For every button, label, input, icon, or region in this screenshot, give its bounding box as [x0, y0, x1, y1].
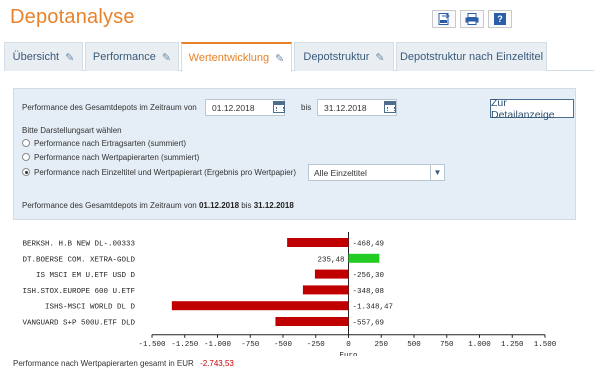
from-date-value: 01.12.2018	[212, 102, 255, 113]
data-label: -348,08	[353, 288, 385, 296]
summary-prefix: Performance des Gesamtdepots im Zeitraum…	[22, 201, 197, 210]
x-tick-label: -500	[274, 341, 293, 349]
performance-chart: BERKSH. H.B NEW DL-.00333 -468,49 DT.BOERS…	[22, 232, 557, 356]
total-performance: Performance nach Wertpapierarten gesamt …	[13, 359, 234, 368]
tab-depotstruktur-einzeltitel[interactable]: Depotstruktur nach Einzeltitel	[396, 42, 547, 71]
data-label: -1.348,47	[353, 304, 394, 312]
radio-wertpapierarten[interactable]	[22, 153, 30, 161]
bar	[302, 285, 349, 295]
x-tick-label: -1.000	[204, 341, 232, 349]
help-button[interactable]: ?	[488, 10, 512, 28]
pencil-icon: ✎	[65, 51, 75, 64]
to-label: bis	[301, 103, 312, 112]
total-label: Performance nach Wertpapierarten gesamt …	[13, 359, 194, 368]
bar	[171, 301, 349, 311]
x-tick-label: 500	[407, 341, 421, 349]
option-label: Performance nach Ertragsarten (summiert)	[34, 139, 187, 148]
display-mode-label: Bitte Darstellungsart wählen	[22, 126, 122, 135]
toolbar: ?	[432, 10, 512, 28]
x-tick-label: 750	[440, 341, 454, 349]
tab-bar: Übersicht ✎ Performance ✎ Wertentwicklun…	[4, 42, 594, 72]
tab-uebersicht[interactable]: Übersicht ✎	[4, 42, 83, 71]
pencil-icon: ✎	[161, 51, 172, 64]
detail-button[interactable]: Zur Detailanzeige	[490, 97, 574, 121]
period-summary: Performance des Gesamtdepots im Zeitraum…	[22, 201, 294, 210]
x-tick-label: 250	[374, 341, 388, 349]
x-tick-label: 1.250	[501, 341, 524, 349]
calendar-icon[interactable]	[273, 101, 285, 113]
bar	[348, 253, 380, 263]
tab-label: Performance	[92, 51, 156, 63]
tab-performance[interactable]: Performance ✎	[85, 42, 179, 71]
page-title: Depotanalyse	[10, 6, 135, 28]
x-tick-label: -250	[307, 341, 326, 349]
category-label: BERKSH. H.B NEW DL-.00333	[22, 241, 135, 249]
tab-depotstruktur[interactable]: Depotstruktur ✎	[294, 42, 394, 71]
pencil-icon: ✎	[375, 51, 385, 64]
to-date-value: 31.12.2018	[324, 102, 367, 113]
category-label: ISHS-MSCI WORLD DL D	[45, 304, 136, 312]
data-label: 235,48	[317, 256, 344, 264]
data-label: -256,30	[353, 272, 385, 280]
csv-export-icon	[438, 13, 450, 25]
radio-ertragsarten[interactable]	[22, 139, 30, 147]
x-tick-label: -1.250	[171, 341, 199, 349]
tab-label: Depotstruktur nach Einzeltitel	[399, 51, 544, 63]
category-label: ISH.STOX.EUROPE 600 U.ETF	[22, 288, 135, 296]
total-value: -2.743,53	[200, 359, 234, 368]
range-label: Performance des Gesamtdepots im Zeitraum…	[22, 103, 197, 112]
x-tick-label: 0	[346, 341, 351, 349]
x-tick-label: -1.500	[138, 341, 166, 349]
x-axis-label: Euro	[339, 352, 358, 356]
tab-label: Wertentwicklung	[188, 52, 270, 64]
select-value: Alle Einzeltitel	[314, 167, 367, 178]
tab-wertentwicklung[interactable]: Wertentwicklung ✎	[181, 42, 292, 72]
summary-to: 31.12.2018	[253, 201, 294, 210]
filter-panel: Performance des Gesamtdepots im Zeitraum…	[13, 88, 576, 220]
category-label: IS MSCI EM U.ETF USD D	[36, 272, 136, 280]
tab-label: Depotstruktur	[303, 51, 370, 63]
help-icon: ?	[494, 13, 506, 25]
securities-select[interactable]: Alle Einzeltitel ▼	[308, 164, 445, 181]
option-label: Performance nach Wertpapierarten (summie…	[34, 153, 200, 162]
category-label: VANGUARD S+P 500U.ETF DLD	[22, 320, 135, 328]
csv-export-button[interactable]	[432, 10, 456, 28]
bar	[275, 317, 349, 326]
category-label: DT.BOERSE COM. XETRA-GOLD	[22, 256, 135, 264]
tab-label: Übersicht	[12, 51, 60, 63]
summary-mid: bis	[241, 201, 252, 210]
data-label: -468,49	[353, 241, 385, 249]
summary-from: 01.12.2018	[198, 201, 240, 210]
bar	[314, 269, 349, 279]
option-label: Performance nach Einzeltitel und Wertpap…	[34, 168, 297, 177]
data-label: -557,69	[353, 320, 385, 328]
print-button[interactable]	[460, 10, 484, 28]
x-tick-label: -750	[241, 341, 260, 349]
radio-einzeltitel[interactable]	[22, 168, 30, 176]
x-tick-label: 1.500	[534, 341, 557, 349]
chevron-down-icon: ▼	[430, 165, 444, 180]
print-icon	[465, 13, 479, 25]
calendar-icon[interactable]	[384, 101, 396, 113]
bar	[287, 238, 349, 247]
pencil-icon: ✎	[275, 52, 285, 65]
x-tick-label: 1.000	[468, 341, 491, 349]
